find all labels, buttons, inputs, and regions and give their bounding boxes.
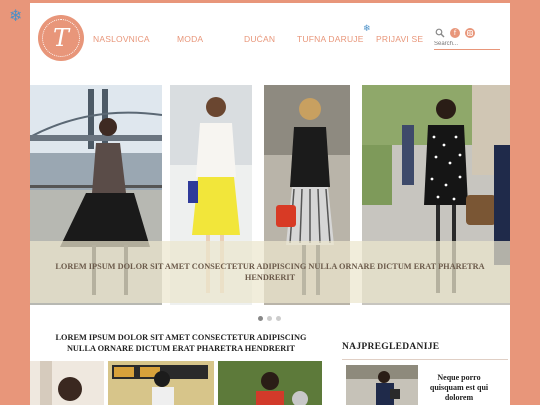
nav-item-prijavi-se[interactable]: PRIJAVI SE: [376, 34, 423, 44]
slider-dot-1[interactable]: [258, 316, 263, 321]
slider-dot-2[interactable]: [267, 316, 272, 321]
nav-item-naslovnica[interactable]: NASLOVNICA: [93, 34, 150, 44]
search-icon[interactable]: [435, 28, 445, 38]
nav-item-ducan[interactable]: DUĆAN: [244, 34, 275, 44]
article-thumbnails[interactable]: [30, 361, 322, 405]
sidebar-item-text[interactable]: Neque porro quisquam est qui dolorem: [426, 373, 492, 403]
sidebar-thumbnail[interactable]: [346, 365, 418, 405]
nav-item-tufna-daruje[interactable]: TUFNA DARUJE: [297, 34, 364, 44]
snowflake-icon: ❄: [9, 6, 23, 25]
instagram-icon[interactable]: [465, 28, 475, 38]
snowflake-icon: ❄: [363, 24, 371, 34]
site-logo[interactable]: T: [38, 15, 84, 61]
header-icons: f: [435, 28, 475, 38]
slider-dots: [258, 316, 281, 321]
page-container: T NASLOVNICA MODA DUĆAN TUFNA DARUJE ❄ P…: [30, 3, 510, 405]
slider-caption[interactable]: LOREM IPSUM DOLOR SIT AMET CONSECTETUR A…: [45, 261, 495, 283]
nav-item-moda[interactable]: MODA: [177, 34, 203, 44]
article-title[interactable]: LOREM IPSUM DOLOR SIT AMET CONSECTETUR A…: [40, 333, 322, 354]
sidebar-title: NAJPREGLEDANIJE: [342, 342, 440, 352]
facebook-icon[interactable]: f: [450, 28, 460, 38]
logo-letter: T: [42, 19, 80, 57]
site-header: T NASLOVNICA MODA DUĆAN TUFNA DARUJE ❄ P…: [30, 3, 510, 83]
hero-slider[interactable]: LOREM IPSUM DOLOR SIT AMET CONSECTETUR A…: [30, 85, 510, 305]
search-input[interactable]: [434, 39, 500, 50]
slider-caption-band: LOREM IPSUM DOLOR SIT AMET CONSECTETUR A…: [30, 241, 510, 303]
slider-dot-3[interactable]: [276, 316, 281, 321]
sidebar-divider: [342, 359, 508, 360]
